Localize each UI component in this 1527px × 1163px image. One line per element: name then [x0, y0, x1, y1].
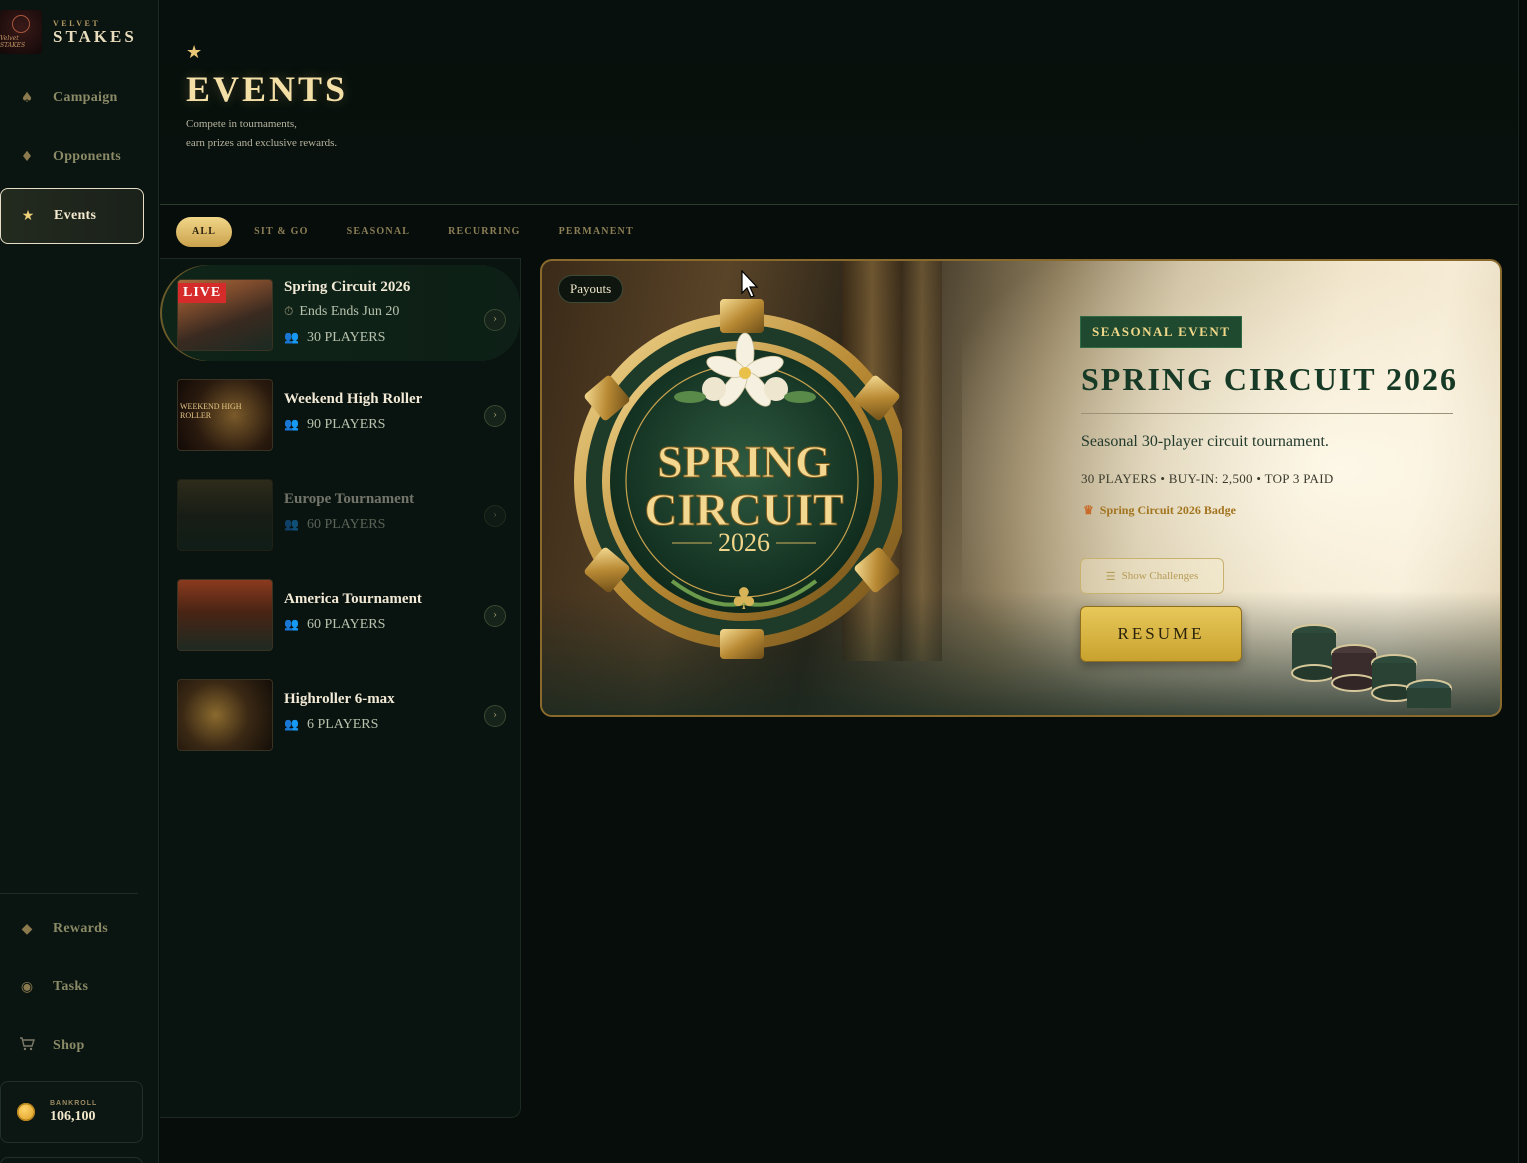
event-type-tag: SEASONAL EVENT: [1080, 316, 1243, 348]
nav-shop[interactable]: Shop: [0, 1018, 144, 1074]
svg-text:SPRING: SPRING: [657, 436, 831, 487]
nav-opponents[interactable]: ♦ Opponents: [0, 129, 144, 185]
page-header: [160, 0, 1520, 205]
event-thumbnail: [177, 479, 273, 551]
nav-campaign[interactable]: ♠ Campaign: [0, 70, 144, 126]
event-players: 👥 60 PLAYERS: [284, 617, 386, 632]
mouse-cursor-icon: [741, 270, 759, 298]
gem-icon: ◆: [21, 921, 33, 937]
players-icon: 👥: [284, 517, 299, 531]
event-name: Weekend High Roller: [284, 391, 423, 407]
spade-icon: ♠: [20, 90, 34, 106]
page-title: EVENTS: [186, 69, 349, 109]
list-icon: ☰: [1105, 570, 1116, 583]
chevron-right-icon[interactable]: ›: [484, 605, 506, 627]
svg-text:♣: ♣: [731, 582, 758, 617]
profile-stub[interactable]: [0, 1157, 143, 1163]
brand-name: STAKES: [53, 27, 137, 46]
event-row-europe-tournament[interactable]: Europe Tournament 👥 60 PLAYERS ›: [160, 469, 520, 565]
star-icon: ★: [21, 208, 35, 224]
live-badge: LIVE: [178, 283, 227, 303]
event-badge-reward: ♛ Spring Circuit 2026 Badge: [1083, 503, 1236, 517]
event-thumbnail: [177, 679, 273, 751]
players-icon: 👥: [284, 617, 299, 631]
event-thumbnail: WEEKEND HIGH ROLLER: [177, 379, 273, 451]
tab-permanent[interactable]: PERMANENT: [543, 217, 650, 247]
event-row-weekend-high-roller[interactable]: WEEKEND HIGH ROLLER Weekend High Roller …: [160, 369, 520, 465]
nav-tasks[interactable]: ◉ Tasks: [0, 959, 144, 1015]
event-description: Seasonal 30-player circuit tournament.: [1081, 433, 1329, 450]
chevron-right-icon[interactable]: ›: [484, 505, 506, 527]
event-name: America Tournament: [284, 591, 422, 607]
diamond-icon: ♦: [20, 149, 34, 165]
chip-stacks-image: [1291, 624, 1452, 708]
coin-icon: [17, 1103, 35, 1121]
players-icon: 👥: [284, 330, 299, 344]
clock-icon: ⏱: [284, 304, 294, 318]
tab-sit-and-go[interactable]: SIT & GO: [238, 217, 324, 247]
scrollbar-track[interactable]: [1518, 0, 1527, 1163]
bankroll-label: BANKROLL: [50, 1099, 98, 1107]
event-players: 👥 90 PLAYERS: [284, 417, 386, 432]
bankroll-panel[interactable]: BANKROLL 106,100: [0, 1081, 143, 1143]
event-row-highroller-6-max[interactable]: Highroller 6-max 👥 6 PLAYERS ›: [160, 669, 520, 765]
event-title: SPRING CIRCUIT 2026: [1081, 361, 1459, 397]
payouts-button[interactable]: Payouts: [558, 275, 624, 303]
event-medal-image: SPRING CIRCUIT 2026 ♣: [574, 299, 902, 659]
event-ends: ⏱ Ends Ends Jun 20: [284, 304, 400, 319]
event-players: 👥 30 PLAYERS: [284, 330, 386, 345]
event-list: LIVE Spring Circuit 2026 ⏱ Ends Ends Jun …: [160, 258, 521, 1118]
header-star-icon: ★: [186, 42, 203, 63]
event-name: Spring Circuit 2026: [284, 279, 411, 295]
resume-button[interactable]: RESUME: [1080, 606, 1242, 662]
brand-logo: Velvet STAKES: [0, 10, 42, 54]
event-row-spring-circuit[interactable]: LIVE Spring Circuit 2026 ⏱ Ends Ends Jun …: [160, 265, 520, 361]
title-divider: [1081, 413, 1453, 414]
badge-icon: ♛: [1083, 503, 1094, 517]
cart-icon: [19, 1037, 35, 1055]
players-icon: 👥: [284, 717, 299, 731]
sidebar: Velvet STAKES VELVET STAKES ♠ Campaign ♦…: [0, 0, 159, 1163]
nav-rewards[interactable]: ◆ Rewards: [0, 901, 144, 957]
event-row-america-tournament[interactable]: America Tournament 👥 60 PLAYERS ›: [160, 569, 520, 665]
event-name: Highroller 6-max: [284, 691, 395, 707]
event-stats: 30 PLAYERS • BUY-IN: 2,500 • TOP 3 PAID: [1081, 471, 1334, 486]
svg-text:2026: 2026: [718, 528, 770, 557]
target-icon: ◉: [20, 979, 34, 995]
chevron-right-icon[interactable]: ›: [484, 405, 506, 427]
sidebar-divider: [0, 893, 138, 894]
chevron-right-icon[interactable]: ›: [484, 705, 506, 727]
players-icon: 👥: [284, 417, 299, 431]
tab-recurring[interactable]: RECURRING: [432, 217, 536, 247]
tab-seasonal[interactable]: SEASONAL: [331, 217, 427, 247]
event-players: 👥 6 PLAYERS: [284, 717, 379, 732]
event-name: Europe Tournament: [284, 491, 415, 507]
page-subtitle: Compete in tournaments, earn prizes and …: [186, 118, 338, 149]
event-hero-card: SPRING CIRCUIT 2026 ♣ Payouts SEASONAL E…: [540, 259, 1502, 717]
show-challenges-button[interactable]: ☰ Show Challenges: [1080, 558, 1224, 594]
chevron-right-icon[interactable]: ›: [484, 309, 506, 331]
event-players: 👥 60 PLAYERS: [284, 517, 386, 532]
filter-tabs: ALL SIT & GO SEASONAL RECURRING PERMANEN…: [176, 217, 656, 247]
brand[interactable]: Velvet STAKES VELVET STAKES: [0, 10, 137, 54]
event-thumbnail: [177, 579, 273, 651]
bankroll-value: 106,100: [50, 1108, 96, 1124]
tab-all[interactable]: ALL: [176, 217, 233, 247]
nav-events[interactable]: ★ Events: [0, 188, 144, 244]
